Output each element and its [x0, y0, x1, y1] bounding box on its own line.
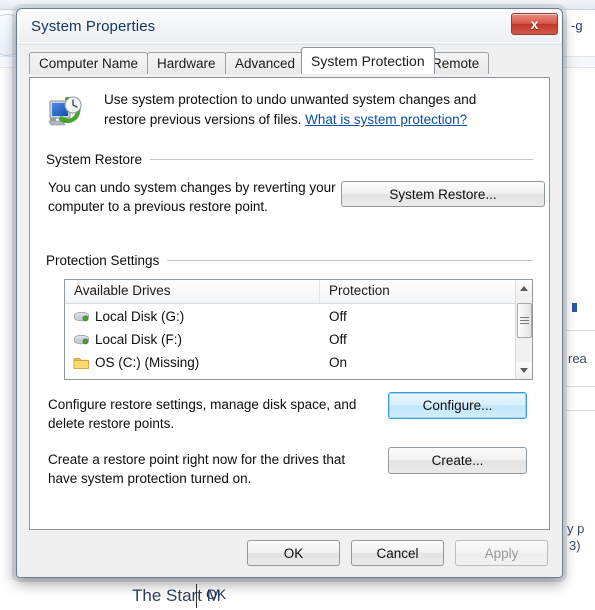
apply-button-label: Apply — [484, 545, 519, 561]
intro-row: Use system protection to undo unwanted s… — [46, 90, 533, 136]
table-row[interactable]: Local Disk (F:) Off — [65, 328, 515, 351]
tab-strip: Computer Name Hardware Advanced System P… — [29, 47, 552, 74]
column-header-protection[interactable]: Protection — [320, 280, 532, 303]
title-bar[interactable]: System Properties x — [17, 9, 562, 45]
background-ok-text: OK — [206, 586, 227, 602]
create-description-line-2: have system protection turned on. — [48, 471, 252, 486]
close-button[interactable]: x — [511, 13, 558, 35]
list-header-row: Available Drives Protection — [65, 280, 532, 304]
hard-drive-icon — [73, 333, 90, 347]
tab-label: Computer Name — [39, 56, 139, 71]
background-text-fragment: rea — [568, 351, 587, 366]
protection-value: Off — [329, 309, 347, 324]
dialog-footer: OK Cancel Apply — [17, 531, 562, 577]
configure-description-line-2: delete restore points. — [48, 416, 175, 431]
tab-computer-name[interactable]: Computer Name — [29, 52, 149, 74]
what-is-system-protection-link[interactable]: What is system protection? — [305, 112, 467, 127]
tab-label: System Protection — [311, 53, 425, 69]
background-text-fragment: -g — [571, 18, 583, 33]
system-restore-description: You can undo system changes by reverting… — [48, 180, 336, 214]
intro-line-2: restore previous versions of files. — [104, 112, 302, 127]
create-button[interactable]: Create... — [388, 447, 527, 474]
tab-label: Hardware — [157, 56, 216, 71]
system-restore-group-title: System Restore — [46, 152, 143, 167]
configure-description-line-1: Configure restore settings, manage disk … — [48, 397, 357, 412]
background-text-fragment: 3) — [569, 538, 581, 553]
system-restore-button-label: System Restore... — [389, 186, 497, 202]
tab-advanced[interactable]: Advanced — [225, 52, 306, 74]
scroll-up-button[interactable] — [516, 280, 532, 297]
drive-label: Local Disk (F:) — [95, 332, 183, 347]
ok-button-label: OK — [283, 545, 304, 561]
background-text-fragment: y p — [567, 521, 585, 536]
drive-label: Local Disk (G:) — [95, 309, 185, 324]
background-rule — [566, 410, 595, 411]
chevron-down-icon — [520, 368, 528, 373]
intro-text: Use system protection to undo unwanted s… — [104, 90, 533, 130]
hard-drive-icon — [73, 310, 90, 324]
tab-label: Remote — [432, 56, 480, 71]
close-icon: x — [530, 16, 539, 32]
background-rule — [566, 386, 595, 387]
apply-button: Apply — [455, 540, 548, 566]
system-restore-group: System Restore — [46, 152, 533, 167]
drive-cell: OS (C:) (Missing) — [65, 355, 320, 370]
system-restore-group-header: System Restore — [46, 152, 533, 167]
configure-button-label: Configure... — [422, 398, 493, 413]
tab-system-protection[interactable]: System Protection — [301, 47, 435, 74]
list-rows: Local Disk (G:) Off Local Disk (F:) Off … — [65, 305, 515, 379]
protection-value: Off — [329, 332, 347, 347]
table-row[interactable]: OS (C:) (Missing) On — [65, 351, 515, 374]
group-divider — [150, 159, 533, 160]
configure-button[interactable]: Configure... — [388, 392, 527, 419]
create-button-label: Create... — [431, 453, 484, 468]
grip-icon — [520, 315, 529, 326]
drive-cell: Local Disk (F:) — [65, 332, 320, 347]
background-rule — [566, 330, 595, 331]
create-description: Create a restore point right now for the… — [48, 450, 378, 488]
scroll-down-button[interactable] — [516, 362, 532, 379]
folder-icon — [73, 355, 90, 370]
scrollbar-thumb[interactable] — [517, 303, 532, 338]
ok-button[interactable]: OK — [247, 540, 340, 566]
background-blue-marker — [572, 303, 577, 312]
available-drives-list[interactable]: Available Drives Protection Local Disk (… — [64, 279, 533, 380]
system-restore-button[interactable]: System Restore... — [341, 181, 545, 207]
system-protection-icon — [46, 92, 84, 130]
drive-label: OS (C:) (Missing) — [95, 355, 200, 370]
system-protection-tab-page: Use system protection to undo unwanted s… — [29, 77, 550, 530]
drive-cell: Local Disk (G:) — [65, 309, 320, 324]
protection-value: On — [329, 355, 348, 370]
intro-line-1: Use system protection to undo unwanted s… — [104, 92, 477, 107]
background-status-line: The Start M OK — [0, 580, 595, 610]
system-properties-dialog: System Properties x Computer Name Hardwa… — [16, 8, 563, 578]
cancel-button[interactable]: Cancel — [351, 540, 444, 566]
configure-description: Configure restore settings, manage disk … — [48, 395, 378, 433]
table-row[interactable]: Local Disk (G:) Off — [65, 305, 515, 328]
background-left-margin — [0, 68, 14, 610]
chevron-up-icon — [520, 286, 528, 291]
column-header-available-drives[interactable]: Available Drives — [65, 280, 320, 303]
group-divider — [167, 260, 533, 261]
window-title: System Properties — [31, 18, 156, 35]
background-text-caret — [196, 584, 197, 608]
protection-settings-group-title: Protection Settings — [46, 253, 160, 268]
list-scrollbar[interactable] — [515, 280, 532, 379]
protection-settings-group: Protection Settings — [46, 253, 533, 268]
tab-label: Advanced — [235, 56, 296, 71]
tab-hardware[interactable]: Hardware — [147, 52, 226, 74]
cancel-button-label: Cancel — [376, 545, 419, 561]
protection-settings-group-header: Protection Settings — [46, 253, 533, 268]
create-description-line-1: Create a restore point right now for the… — [48, 452, 346, 467]
